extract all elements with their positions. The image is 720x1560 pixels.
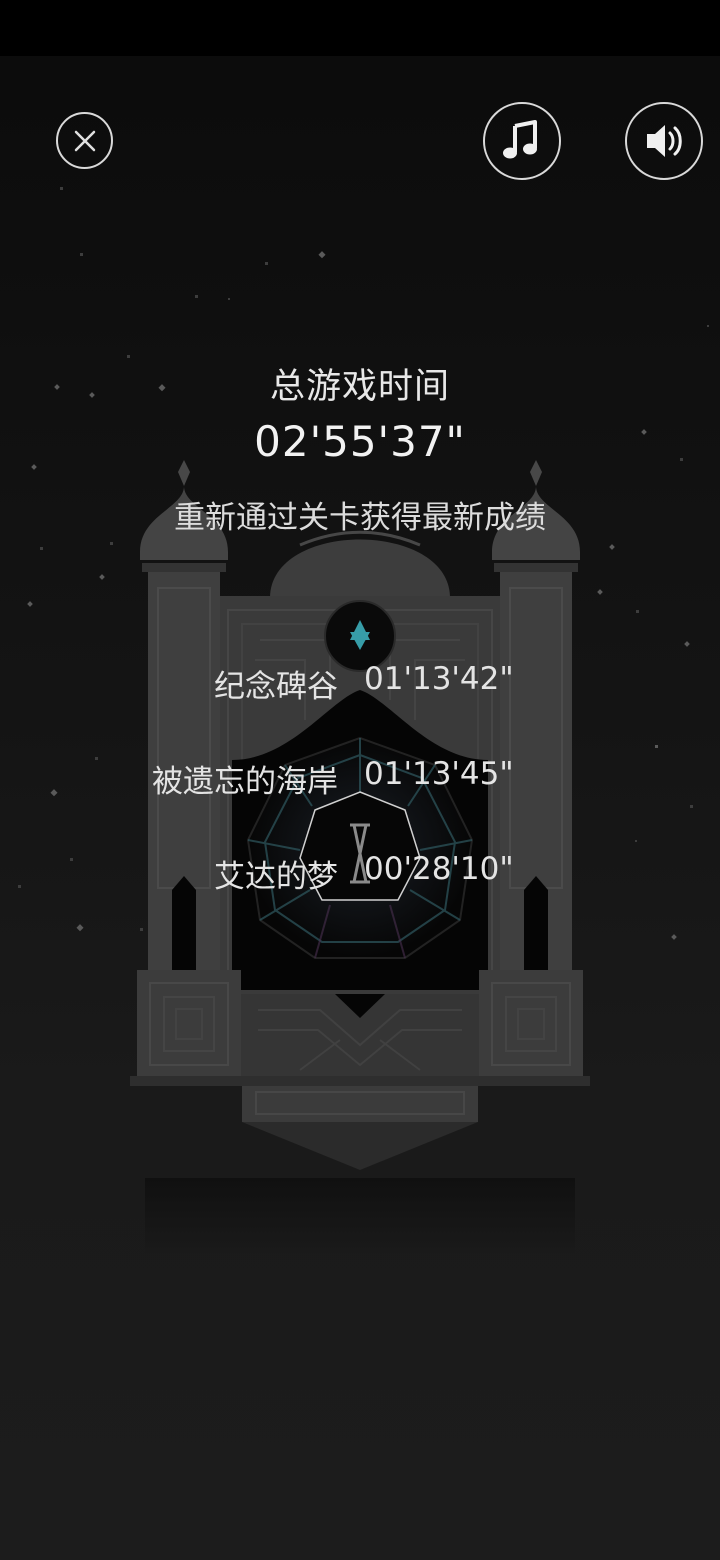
level-time: 00'28'10" bbox=[364, 851, 514, 887]
music-toggle-button[interactable] bbox=[483, 102, 561, 180]
level-name: 纪念碑谷 bbox=[214, 669, 338, 705]
monument-illustration bbox=[130, 460, 590, 1253]
level-time: 01'13'42" bbox=[364, 661, 514, 697]
total-playtime-label: 总游戏时间 bbox=[269, 367, 450, 407]
level-row: 纪念碑谷 01'13'42" bbox=[0, 661, 720, 705]
replay-hint: 重新通过关卡获得最新成绩 bbox=[174, 500, 546, 536]
total-playtime-value: 02'55'37" bbox=[254, 417, 466, 466]
music-note-icon bbox=[503, 120, 537, 159]
level-name: 被遗忘的海岸 bbox=[152, 764, 338, 800]
level-row: 被遗忘的海岸 01'13'45" bbox=[0, 756, 720, 800]
close-icon bbox=[74, 130, 95, 151]
sound-toggle-button[interactable] bbox=[625, 102, 703, 180]
speaker-icon bbox=[647, 125, 682, 157]
level-time: 01'13'45" bbox=[364, 756, 514, 792]
game-screen: 总游戏时间 02'55'37" 重新通过关卡获得最新成绩 纪念碑谷 01'13'… bbox=[0, 0, 720, 1560]
level-row: 艾达的梦 00'28'10" bbox=[0, 851, 720, 895]
close-button[interactable] bbox=[56, 112, 113, 169]
level-name: 艾达的梦 bbox=[214, 859, 338, 895]
